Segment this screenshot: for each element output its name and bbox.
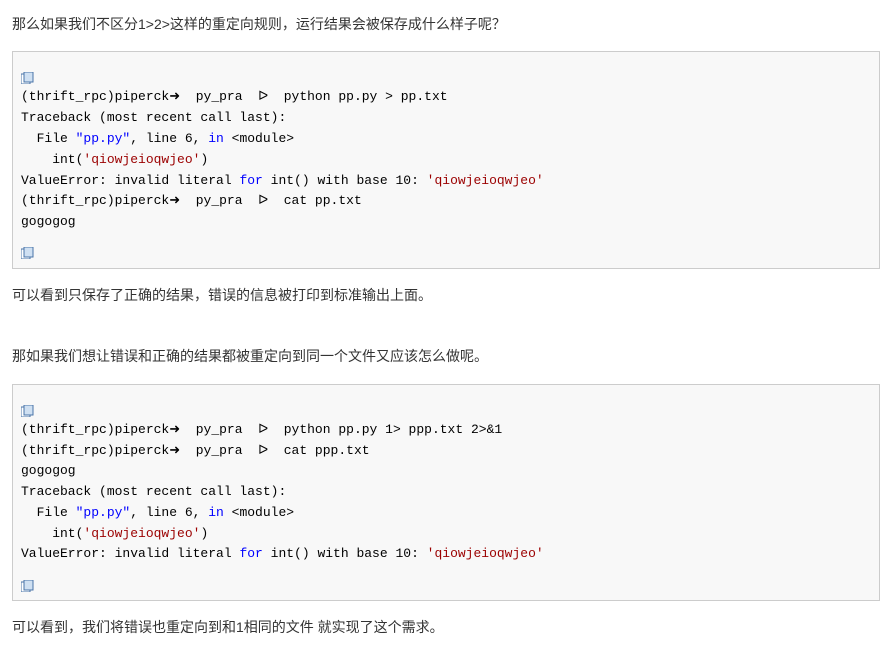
paragraph-1: 那么如果我们不区分1>2>这样的重定向规则，运行结果会被保存成什么样子呢？ [12, 12, 880, 37]
copy-icon[interactable] [21, 242, 35, 254]
copy-row-bottom [21, 565, 871, 594]
paragraph-3: 那如果我们想让错误和正确的结果都被重定向到同一个文件又应该怎么做呢。 [12, 344, 880, 369]
spacer [12, 322, 880, 344]
copy-row-top [21, 58, 871, 87]
paragraph-4: 可以看到，我们将错误也重定向到和1相同的文件 就实现了这个需求。 [12, 615, 880, 640]
code-line: File "pp.py", line 6, in <module> [21, 129, 871, 150]
code-block-2: (thrift_rpc)piperck➜ py_pra ᐅ python pp.… [12, 384, 880, 602]
code-line: File "pp.py", line 6, in <module> [21, 503, 871, 524]
code-line: (thrift_rpc)piperck➜ py_pra ᐅ python pp.… [21, 420, 871, 441]
code-line: (thrift_rpc)piperck➜ py_pra ᐅ cat pp.txt [21, 191, 871, 212]
code-line: gogogog [21, 461, 871, 482]
code-line: int('qiowjeioqwjeo') [21, 524, 871, 545]
copy-icon[interactable] [21, 400, 35, 412]
code-line: gogogog [21, 212, 871, 233]
paragraph-2: 可以看到只保存了正确的结果，错误的信息被打印到标准输出上面。 [12, 283, 880, 308]
code-line: int('qiowjeioqwjeo') [21, 150, 871, 171]
copy-icon[interactable] [21, 67, 35, 79]
copy-row-bottom [21, 233, 871, 262]
code-line: (thrift_rpc)piperck➜ py_pra ᐅ cat ppp.tx… [21, 441, 871, 462]
code-block-1: (thrift_rpc)piperck➜ py_pra ᐅ python pp.… [12, 51, 880, 269]
copy-icon[interactable] [21, 575, 35, 587]
code-line: Traceback (most recent call last): [21, 482, 871, 503]
code-line: ValueError: invalid literal for int() wi… [21, 171, 871, 192]
code-line: Traceback (most recent call last): [21, 108, 871, 129]
copy-row-top [21, 391, 871, 420]
code-line: (thrift_rpc)piperck➜ py_pra ᐅ python pp.… [21, 87, 871, 108]
code-line: ValueError: invalid literal for int() wi… [21, 544, 871, 565]
